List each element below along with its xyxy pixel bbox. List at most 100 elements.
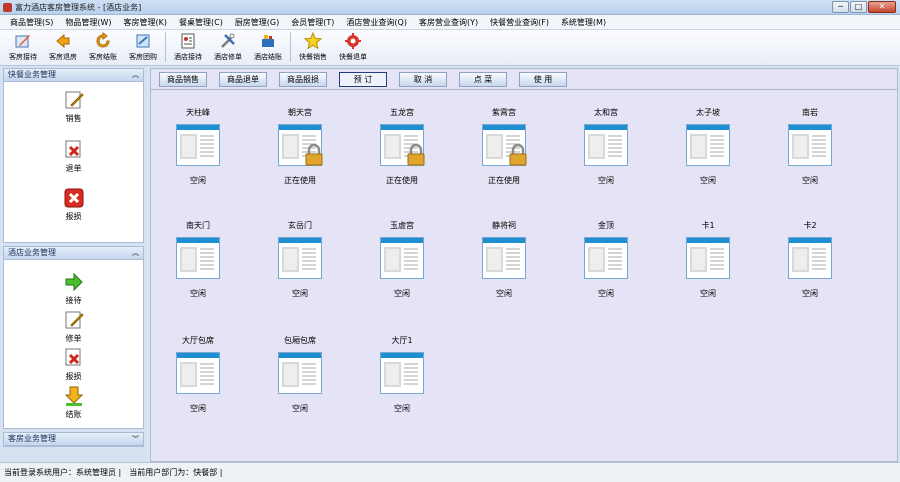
status-department: 当前用户部门为：快餐部 |: [129, 468, 223, 477]
room-free-icon: [278, 352, 322, 394]
tab-cancel[interactable]: 取 消: [399, 72, 447, 87]
action-bar: 商品销售 商品退单 商品报损 预 订 取 消 点 菜 使 用: [151, 69, 897, 90]
room-status: 空闲: [496, 289, 512, 298]
tab-order-dishes[interactable]: 点 菜: [459, 72, 507, 87]
tab-goods-loss[interactable]: 商品报损: [279, 72, 327, 87]
room-free-icon: [278, 237, 322, 279]
hotel-panel: 酒店业务管理 ︽ 接待 修单 报损 结账: [3, 246, 144, 429]
room-name: 朝天宫: [288, 108, 312, 117]
room-tile[interactable]: 太子坡 空闲: [673, 107, 743, 197]
red-x-doc-icon: [63, 347, 85, 369]
chevron-up-icon[interactable]: ︽: [132, 247, 139, 259]
menu-tables[interactable]: 餐桌管理(C): [173, 17, 229, 28]
tab-reserve[interactable]: 预 订: [339, 72, 387, 87]
toolbar-hotel-modify-button[interactable]: 酒店修单: [208, 32, 248, 64]
green-arrow-icon: [63, 271, 85, 293]
sidebar-item-hotel-settle[interactable]: 结账: [4, 385, 143, 420]
room-free-icon: [176, 237, 220, 279]
toolbar-label: 酒店修单: [214, 53, 242, 61]
menu-members[interactable]: 会员管理(T): [285, 17, 340, 28]
sidebar-item-hotel-loss[interactable]: 报损: [4, 347, 143, 382]
menu-bar: 商品管理(S) 物品管理(W) 客房管理(K) 餐桌管理(C) 厨房管理(G) …: [0, 15, 900, 30]
settle-arrow-icon: [94, 32, 112, 50]
toolbar-label: 客房退房: [49, 53, 77, 61]
sidebar-item-label: 结账: [65, 410, 82, 419]
room-in-use-icon: [482, 124, 527, 166]
minimize-button[interactable]: ─: [832, 1, 849, 13]
room-free-icon: [482, 237, 526, 279]
fastfood-panel: 快餐业务管理 ︽ 销售 退单 报损: [3, 68, 144, 243]
room-tile[interactable]: 玉虚宫 空闲: [367, 220, 437, 310]
tab-use[interactable]: 使 用: [519, 72, 567, 87]
menu-items[interactable]: 物品管理(W): [59, 17, 117, 28]
room-tile[interactable]: 卡2 空闲: [775, 220, 845, 310]
maximize-button[interactable]: □: [850, 1, 867, 13]
room-tile[interactable]: 大厅包席 空闲: [163, 335, 233, 425]
sidebar-item-fastfood-sale[interactable]: 销售: [4, 89, 143, 124]
reception-pen-icon: [14, 32, 32, 50]
room-free-icon: [788, 237, 832, 279]
room-free-icon: [176, 124, 220, 166]
close-button[interactable]: ✕: [868, 1, 896, 13]
toolbar-hotel-reception-button[interactable]: 酒店接待: [168, 32, 208, 64]
main-panel: 商品销售 商品退单 商品报损 预 订 取 消 点 菜 使 用 天柱峰 空闲 朝天宫正…: [150, 68, 898, 462]
room-tile[interactable]: 南天门 空闲: [163, 220, 233, 310]
room-tile[interactable]: 静将祠 空闲: [469, 220, 539, 310]
panel-header[interactable]: 客房业务管理 ︾: [4, 433, 143, 446]
menu-goods[interactable]: 商品管理(S): [4, 17, 59, 28]
chevron-down-icon[interactable]: ︾: [132, 433, 139, 445]
edit-icon: [63, 89, 85, 111]
room-tile[interactable]: 卡1 空闲: [673, 220, 743, 310]
sidebar-item-hotel-reception[interactable]: 接待: [4, 271, 143, 306]
sidebar-item-label: 接待: [65, 296, 82, 305]
toolbar-room-groupbuy-button[interactable]: 客房团购: [123, 32, 163, 64]
room-tile[interactable]: 天柱峰 空闲: [163, 107, 233, 197]
title-bar: 富力酒店客房管理系统 - [酒店业务] ─ □ ✕: [0, 0, 900, 15]
room-tile[interactable]: 玄岳门 空闲: [265, 220, 335, 310]
room-tile[interactable]: 金顶 空闲: [571, 220, 641, 310]
room-tile[interactable]: 太和宫 空闲: [571, 107, 641, 197]
room-free-icon: [788, 124, 832, 166]
sidebar-item-label: 销售: [65, 114, 82, 123]
window-title: 富力酒店客房管理系统 - [酒店业务]: [15, 3, 142, 12]
menu-fastfood-query[interactable]: 快餐营业查询(F): [484, 17, 555, 28]
room-tile[interactable]: 南岩 空闲: [775, 107, 845, 197]
room-free-icon: [176, 352, 220, 394]
cash-register-icon: [259, 32, 277, 50]
room-status: 空闲: [700, 289, 716, 298]
menu-rooms[interactable]: 客房管理(K): [117, 17, 173, 28]
toolbar-room-reception-button[interactable]: 客房接待: [3, 32, 43, 64]
menu-room-query[interactable]: 客房营业查询(Y): [413, 17, 484, 28]
toolbar-hotel-settle-button[interactable]: 酒店结账: [248, 32, 288, 64]
toolbar-fastfood-sale-button[interactable]: 快餐销售: [293, 32, 333, 64]
sidebar-item-fastfood-refund[interactable]: 退单: [4, 139, 143, 174]
sidebar-item-label: 报损: [65, 372, 82, 381]
room-name: 紫霄宫: [492, 108, 516, 117]
panel-header[interactable]: 酒店业务管理 ︽: [4, 247, 143, 260]
room-status: 正在使用: [488, 176, 520, 185]
sidebar-item-hotel-modify[interactable]: 修单: [4, 309, 143, 344]
room-name: 卡1: [701, 221, 715, 230]
room-tile[interactable]: 朝天宫 正在使用: [265, 107, 335, 197]
toolbar-fastfood-refund-button[interactable]: 快餐退单: [333, 32, 373, 64]
chevron-up-icon[interactable]: ︽: [132, 69, 139, 81]
window-controls: ─ □ ✕: [832, 1, 896, 14]
room-tile[interactable]: 大厅1 空闲: [367, 335, 437, 425]
tab-goods-sale[interactable]: 商品销售: [159, 72, 207, 87]
room-tile[interactable]: 紫霄宫 正在使用: [469, 107, 539, 197]
panel-header[interactable]: 快餐业务管理 ︽: [4, 69, 143, 82]
sidebar-item-fastfood-loss[interactable]: 报损: [4, 187, 143, 222]
tab-goods-refund[interactable]: 商品退单: [219, 72, 267, 87]
room-name: 卡2: [803, 221, 817, 230]
menu-kitchen[interactable]: 厨房管理(G): [229, 17, 285, 28]
room-tile[interactable]: 五龙宫 正在使用: [367, 107, 437, 197]
toolbar-room-settle-button[interactable]: 客房结账: [83, 32, 123, 64]
room-name: 太和宫: [594, 108, 618, 117]
toolbar-room-checkout-button[interactable]: 客房退房: [43, 32, 83, 64]
status-user: 当前登录系统用户：系统管理员 |: [4, 468, 122, 477]
menu-system[interactable]: 系统管理(M): [555, 17, 612, 28]
sidebar: 快餐业务管理 ︽ 销售 退单 报损 酒店业务管理 ︽ 接待 修单 报损 结账 客…: [0, 66, 147, 462]
room-tile[interactable]: 包厢包席 空闲: [265, 335, 335, 425]
menu-hotel-query[interactable]: 酒店营业查询(Q): [340, 17, 413, 28]
gear-refund-icon: [344, 32, 362, 50]
